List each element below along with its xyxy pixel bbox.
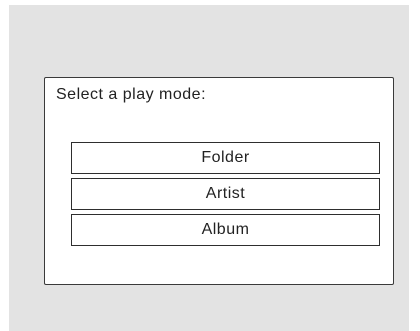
option-album-button[interactable]: Album bbox=[71, 214, 380, 246]
play-mode-dialog: Select a play mode: Folder Artist Album bbox=[44, 77, 394, 285]
option-artist-button[interactable]: Artist bbox=[71, 178, 380, 210]
option-folder-button[interactable]: Folder bbox=[71, 142, 380, 174]
screen-background: Select a play mode: Folder Artist Album bbox=[9, 5, 409, 331]
dialog-prompt: Select a play mode: bbox=[56, 86, 207, 103]
